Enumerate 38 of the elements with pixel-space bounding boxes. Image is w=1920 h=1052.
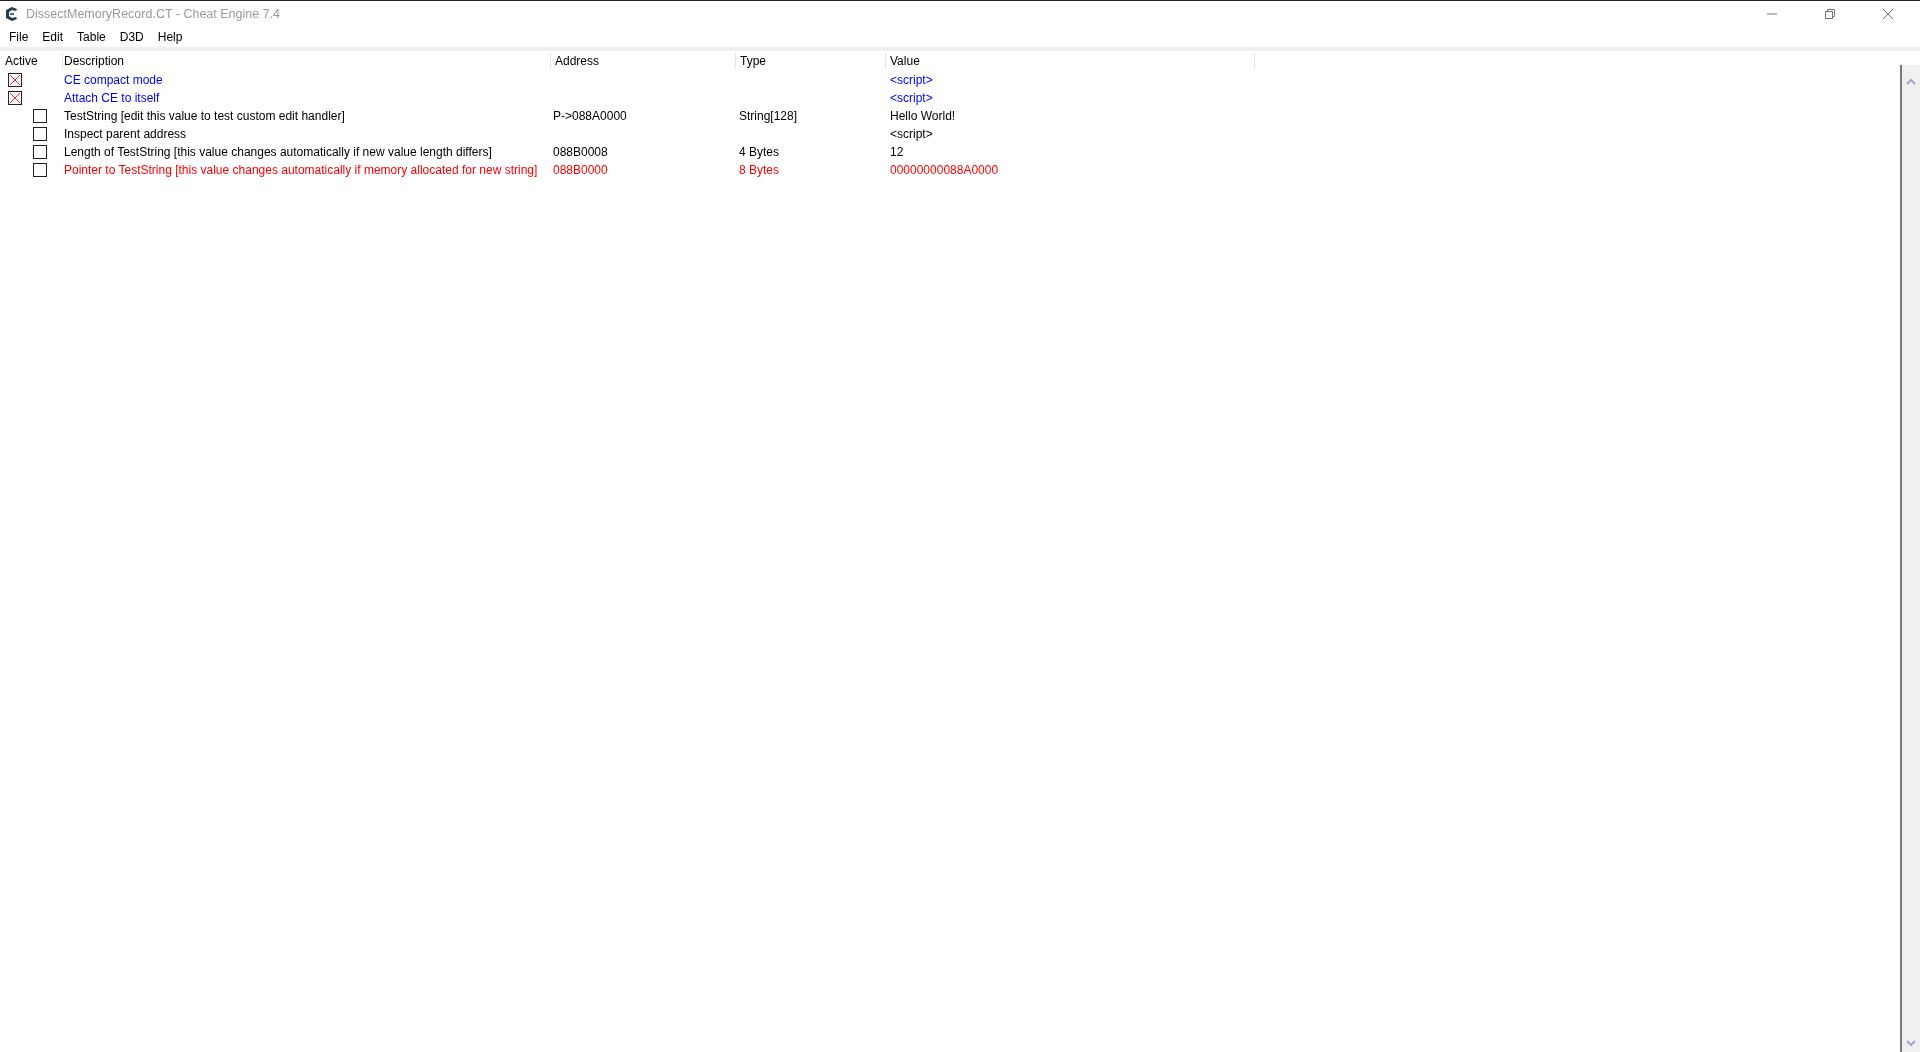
description-cell: TestString [edit this value to test custom edit handler] bbox=[64, 109, 345, 123]
app-logo-icon bbox=[4, 6, 20, 22]
checkbox[interactable] bbox=[33, 109, 47, 123]
description-cell: Inspect parent address bbox=[64, 127, 187, 141]
type-cell: 4 Bytes bbox=[739, 145, 780, 159]
close-icon[interactable] bbox=[1882, 8, 1894, 20]
menu-item[interactable]: File bbox=[2, 30, 36, 44]
column-header[interactable]: Value bbox=[886, 53, 1255, 69]
menu-item[interactable]: Edit bbox=[35, 30, 71, 44]
column-header[interactable]: Address bbox=[551, 53, 736, 69]
column-header[interactable]: Type bbox=[736, 53, 886, 69]
description-cell: Length of TestString [this value changes automatically if new value length differs] bbox=[64, 145, 492, 159]
address-cell: 088B0000 bbox=[553, 163, 608, 177]
checkbox[interactable] bbox=[33, 127, 47, 141]
checkbox[interactable] bbox=[33, 163, 47, 177]
checkbox[interactable] bbox=[8, 91, 22, 105]
column-header[interactable]: Active bbox=[0, 53, 63, 69]
address-cell: 088B0008 bbox=[553, 145, 608, 159]
menu-item[interactable]: Table bbox=[70, 30, 113, 44]
menu-item[interactable]: Help bbox=[150, 30, 190, 44]
checkbox[interactable] bbox=[8, 73, 22, 87]
description-cell: Pointer to TestString [this value changes automatically if memory allocated for new string] bbox=[64, 163, 538, 177]
window-title: DissectMemoryRecord.CT - Cheat Engine 7.4 bbox=[26, 7, 281, 21]
value-cell: <script> bbox=[890, 91, 933, 105]
type-cell: String[128] bbox=[739, 109, 798, 123]
value-cell: 12 bbox=[890, 145, 904, 159]
description-cell: CE compact mode bbox=[64, 73, 163, 87]
type-cell: 8 Bytes bbox=[739, 163, 780, 177]
value-cell: <script> bbox=[890, 127, 933, 141]
column-header[interactable]: Description bbox=[63, 53, 551, 69]
value-cell: Hello World! bbox=[890, 109, 956, 123]
value-cell: <script> bbox=[890, 73, 933, 87]
restore-icon[interactable] bbox=[1824, 8, 1836, 20]
address-cell: P->088A0000 bbox=[553, 109, 627, 123]
menu-item[interactable]: D3D bbox=[112, 30, 151, 44]
description-cell: Attach CE to itself bbox=[64, 91, 160, 105]
value-cell: 00000000088A0000 bbox=[890, 163, 999, 177]
checkbox[interactable] bbox=[33, 145, 47, 159]
